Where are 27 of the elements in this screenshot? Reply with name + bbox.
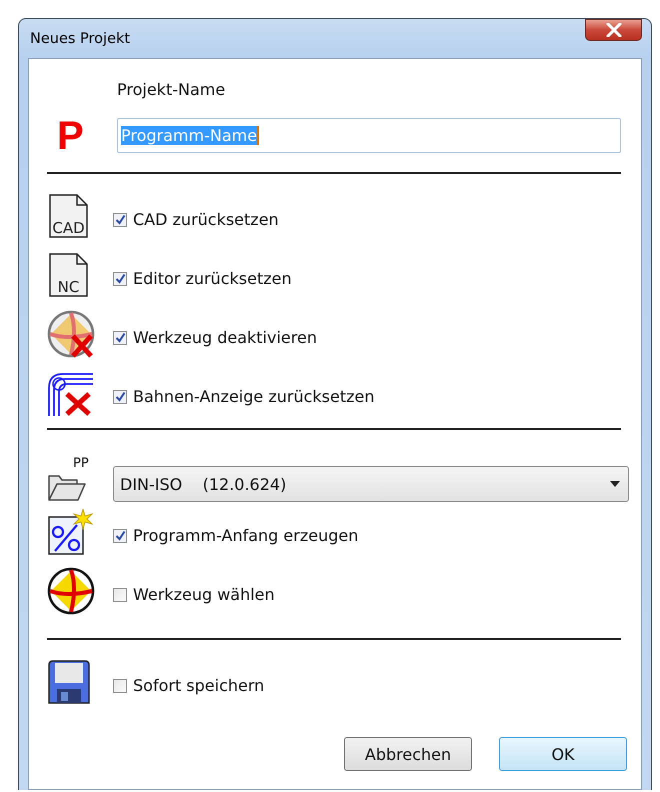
option-checkbox[interactable]: Bahnen-Anzeige zurücksetzen — [113, 387, 374, 406]
checkmark-icon — [114, 214, 126, 225]
cad-file-icon: CAD — [47, 194, 89, 238]
close-icon — [606, 23, 622, 37]
postprocessor-dropdown[interactable]: DIN-ISO (12.0.624) — [113, 466, 629, 502]
checkmark-icon — [114, 391, 126, 402]
option-checkbox[interactable]: Programm-Anfang erzeugen — [113, 526, 358, 545]
dropdown-arrow-icon — [610, 481, 620, 487]
pp-label: PP — [73, 456, 89, 472]
checkmark-icon — [114, 273, 126, 284]
nc-file-icon: NC — [47, 252, 89, 296]
project-name-label: Projekt-Name — [117, 79, 226, 101]
checkmark-icon — [114, 530, 126, 541]
option-checkbox[interactable]: Editor zurücksetzen — [113, 269, 292, 288]
option-checkbox[interactable]: CAD zurücksetzen — [113, 210, 279, 229]
option-checkbox[interactable]: Werkzeug deaktivieren — [113, 328, 317, 347]
disabled-tool-icon — [47, 310, 95, 358]
tool-icon — [47, 566, 95, 614]
percent-file-icon — [47, 508, 93, 554]
checkmark-icon — [114, 332, 126, 343]
option-checkbox[interactable]: Sofort speichern — [113, 676, 264, 695]
window-title: Neues Projekt — [29, 30, 130, 46]
close-button[interactable] — [585, 19, 642, 41]
cancel-button[interactable]: Abbrechen — [344, 737, 472, 771]
ok-button[interactable]: OK — [499, 737, 627, 771]
option-checkbox[interactable]: Werkzeug wählen — [113, 585, 275, 604]
project-icon: P — [47, 116, 117, 156]
